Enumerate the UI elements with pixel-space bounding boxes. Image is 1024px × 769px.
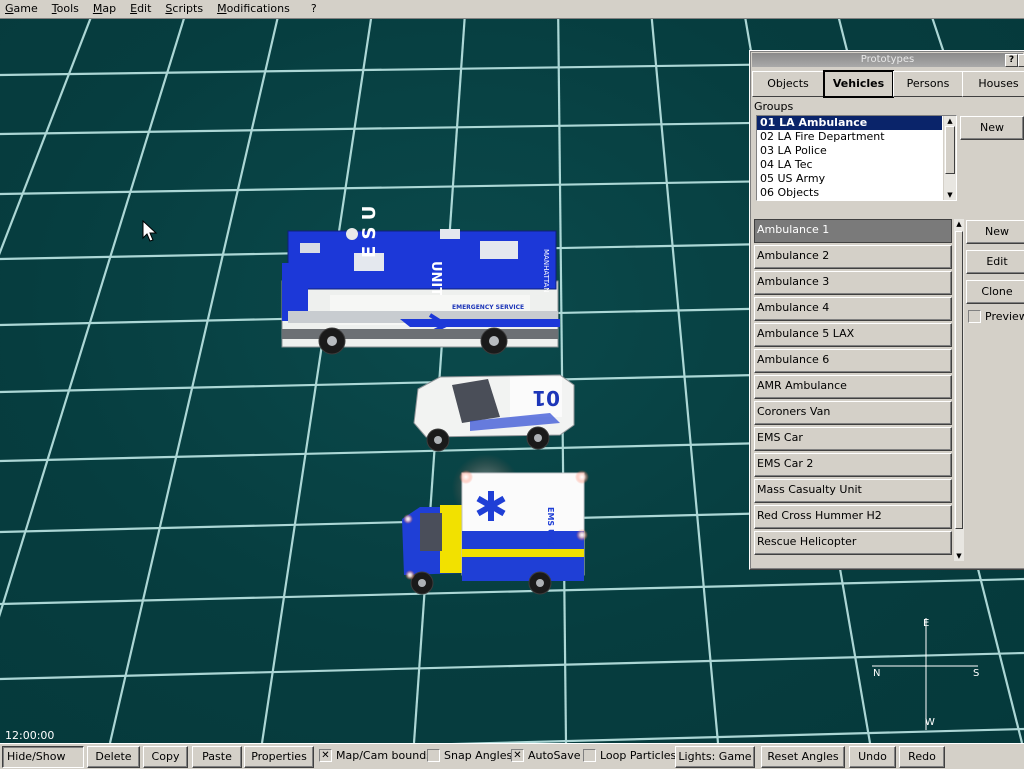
vehicle-item[interactable]: Ambulance 3 — [754, 271, 952, 295]
menu-help[interactable]: ? — [299, 0, 326, 18]
ems-suv[interactable]: 01 — [413, 374, 575, 452]
loop-particles-checkbox[interactable]: Loop Particles — [583, 749, 676, 762]
autosave-checkbox[interactable]: ✕ AutoSave — [511, 749, 581, 762]
clone-vehicle-button[interactable]: Clone — [966, 280, 1024, 304]
autosave-label: AutoSave — [528, 749, 581, 762]
map-cam-bounds-label: Map/Cam bounds — [336, 749, 432, 762]
vehicle-list: Ambulance 1 Ambulance 2 Ambulance 3 Ambu… — [754, 219, 953, 561]
vehicle-item[interactable]: Ambulance 2 — [754, 245, 952, 269]
groups-scrollbar[interactable]: ▲ ▼ — [943, 116, 956, 200]
prototypes-title: Prototypes — [860, 54, 915, 65]
paste-button[interactable]: Paste — [192, 746, 242, 768]
vehicle-item[interactable]: Rescue Helicopter — [754, 531, 952, 555]
scroll-down-icon[interactable]: ▼ — [944, 190, 956, 200]
new-vehicle-button[interactable]: New — [966, 220, 1024, 244]
bottom-toolbar: Hide/Show Delete Copy Paste Properties ✕… — [0, 743, 1024, 769]
ems-unit-text: EMS Unit — [546, 507, 555, 548]
menu-map[interactable]: Map — [88, 0, 125, 18]
tab-vehicles[interactable]: Vehicles — [823, 70, 894, 98]
vehicle-item[interactable]: Ambulance 1 — [754, 219, 952, 243]
autosave-checkbox-box[interactable]: ✕ — [511, 749, 524, 762]
vehicles-scroll-thumb[interactable] — [955, 231, 963, 529]
compass-south: S — [973, 668, 980, 679]
game-clock: 12:00:00 — [5, 729, 55, 742]
redo-button[interactable]: Redo — [899, 746, 945, 768]
group-item[interactable]: 02 LA Fire Department — [757, 130, 956, 144]
edit-vehicle-button[interactable]: Edit — [966, 250, 1024, 274]
group-item[interactable]: 03 LA Police — [757, 144, 956, 158]
scroll-up-icon[interactable]: ▲ — [954, 219, 964, 229]
manhattan-text: MANHATTAN — [542, 249, 550, 292]
compass-west: W — [925, 717, 935, 728]
properties-button[interactable]: Properties — [244, 746, 314, 768]
loop-particles-checkbox-box[interactable] — [583, 749, 596, 762]
reset-angles-button[interactable]: Reset Angles — [761, 746, 845, 768]
vehicle-item[interactable]: Ambulance 6 — [754, 349, 952, 373]
compass-lines — [872, 618, 978, 730]
vehicle-item[interactable]: Ambulance 5 LAX — [754, 323, 952, 347]
compass-north: N — [873, 668, 881, 679]
group-item[interactable]: 05 US Army — [757, 172, 956, 186]
prototypes-titlebar[interactable]: Prototypes — [752, 53, 1023, 67]
snap-angles-label: Snap Angles — [444, 749, 513, 762]
menu-edit[interactable]: Edit — [125, 0, 160, 18]
vehicle-item[interactable]: Mass Casualty Unit — [754, 479, 952, 503]
vehicle-item[interactable]: AMR Ambulance — [754, 375, 952, 399]
esu-rescue-truck[interactable]: E S U UNIT 004 MANHATTAN EMERGENCY SERVI… — [281, 206, 560, 355]
lights-button[interactable]: Lights: Game — [675, 746, 755, 768]
suv-roof-number: 01 — [532, 386, 560, 410]
scroll-up-icon[interactable]: ▲ — [944, 116, 956, 126]
groups-label: Groups — [754, 100, 794, 113]
previews-label: Previews — [985, 310, 1024, 323]
snap-angles-checkbox-box[interactable] — [427, 749, 440, 762]
new-group-button[interactable]: New — [960, 116, 1024, 140]
copy-button[interactable]: Copy — [143, 746, 188, 768]
delete-button[interactable]: Delete — [87, 746, 140, 768]
vehicle-item[interactable]: EMS Car — [754, 427, 952, 451]
menu-scripts[interactable]: Scripts — [160, 0, 212, 18]
tab-houses[interactable]: Houses — [962, 71, 1024, 97]
vehicle-item[interactable]: Ambulance 4 — [754, 297, 952, 321]
menu-tools[interactable]: Tools — [47, 0, 88, 18]
tab-persons[interactable]: Persons — [893, 71, 963, 97]
emergency-service-text: EMERGENCY SERVICE — [452, 304, 524, 311]
previews-checkbox-box[interactable] — [968, 310, 981, 323]
group-item[interactable]: 04 LA Tec — [757, 158, 956, 172]
map-cam-bounds-checkbox[interactable]: ✕ Map/Cam bounds — [319, 749, 432, 762]
map-cam-bounds-checkbox-box[interactable]: ✕ — [319, 749, 332, 762]
groups-scroll-thumb[interactable] — [945, 126, 955, 174]
vehicles-scrollbar[interactable]: ▲ ▼ — [953, 219, 964, 561]
group-item[interactable]: 06 Objects — [757, 186, 956, 200]
mouse-cursor-icon — [142, 219, 158, 242]
undo-button[interactable]: Undo — [849, 746, 896, 768]
help-button[interactable]: ? — [1005, 54, 1018, 67]
compass-east: E — [923, 618, 930, 629]
vehicle-item[interactable]: Coroners Van — [754, 401, 952, 425]
tab-objects[interactable]: Objects — [752, 71, 824, 97]
compass-rose: E N S W — [872, 618, 982, 733]
hide-show-button[interactable]: Hide/Show — [2, 746, 84, 768]
snap-angles-checkbox[interactable]: Snap Angles — [427, 749, 512, 762]
scroll-down-icon[interactable]: ▼ — [954, 551, 964, 561]
esu-roof-text: E S U — [359, 206, 380, 258]
menu-bar: Game Tools Map Edit Scripts Modification… — [0, 0, 1024, 19]
close-button[interactable] — [1018, 54, 1024, 67]
previews-checkbox[interactable]: Previews — [968, 310, 1024, 323]
menu-game[interactable]: Game — [0, 0, 47, 18]
group-item[interactable]: 01 LA Ambulance — [757, 116, 943, 131]
vehicle-item[interactable]: Red Cross Hummer H2 — [754, 505, 952, 529]
ems-ambulance[interactable]: EMS Unit — [402, 454, 589, 595]
groups-listbox[interactable]: 01 LA Ambulance 02 LA Fire Department 03… — [756, 115, 957, 201]
prototypes-window: Prototypes ? Objects Vehicles Persons Ho… — [749, 50, 1024, 570]
loop-particles-label: Loop Particles — [600, 749, 677, 762]
menu-modifications[interactable]: Modifications — [212, 0, 299, 18]
vehicle-item[interactable]: EMS Car 2 — [754, 453, 952, 477]
